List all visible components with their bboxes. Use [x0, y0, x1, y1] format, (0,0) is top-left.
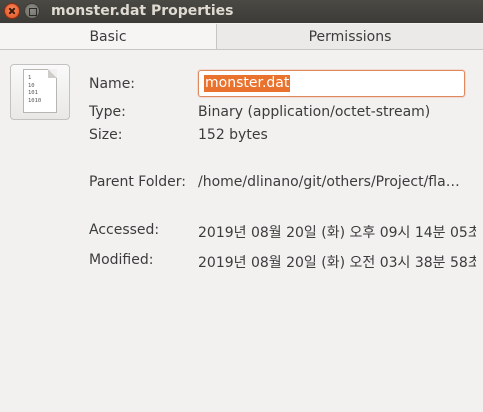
name-field[interactable]: monster.dat	[198, 70, 465, 97]
parent-folder-value: /home/dlinano/git/others/Project/fla…	[198, 174, 460, 190]
size-label: Size:	[89, 127, 123, 143]
name-field-selected-text[interactable]: monster.dat	[204, 75, 291, 92]
minimize-icon[interactable]	[24, 3, 40, 19]
tab-basic[interactable]: Basic	[0, 24, 217, 49]
accessed-value: 2019년 08월 20일 (화) 오후 09시 14분 05초	[198, 225, 476, 241]
name-label: Name:	[89, 76, 136, 92]
window-title: monster.dat Properties	[51, 3, 234, 19]
type-value: Binary (application/octet-stream)	[198, 104, 431, 120]
document-icon: 1 10 101 1010	[23, 69, 57, 113]
close-icon[interactable]	[4, 3, 20, 19]
binary-file-icon[interactable]: 1 10 101 1010	[10, 64, 70, 120]
parent-folder-label: Parent Folder:	[89, 174, 187, 190]
modified-label: Modified:	[89, 252, 154, 268]
tab-permissions[interactable]: Permissions	[217, 24, 483, 49]
tab-bar: Basic Permissions	[0, 24, 483, 50]
binary-digits: 1 10 101 1010	[28, 75, 42, 104]
properties-window: monster.dat Properties Basic Permissions…	[0, 0, 483, 412]
type-label: Type:	[89, 104, 126, 120]
title-bar[interactable]: monster.dat Properties	[0, 0, 483, 23]
modified-value: 2019년 08월 20일 (화) 오전 03시 38분 58초	[198, 255, 476, 271]
accessed-label: Accessed:	[89, 222, 160, 238]
size-value: 152 bytes	[198, 127, 268, 143]
